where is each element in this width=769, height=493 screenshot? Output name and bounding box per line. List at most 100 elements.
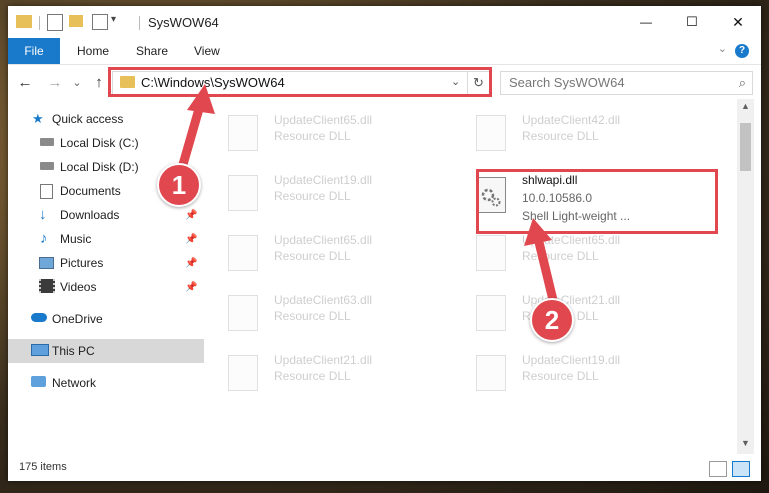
sidebar-item-videos[interactable]: Videos 📌 (8, 275, 204, 299)
sidebar-item-music[interactable]: ♪ Music 📌 (8, 227, 204, 251)
dll-file-icon (476, 235, 506, 271)
step-2-marker: 2 (530, 298, 574, 342)
vertical-scrollbar[interactable]: ▲ ▼ (737, 99, 754, 454)
dll-file-icon (228, 175, 258, 211)
file-list-pane: UpdateClient65.dll Resource DLL UpdateCl… (206, 99, 738, 454)
tab-share[interactable]: Share (136, 38, 168, 64)
sidebar-item-network[interactable]: Network (8, 371, 204, 395)
file-name: UpdateClient19.dll (522, 353, 621, 367)
title-separator (39, 16, 40, 30)
music-icon: ♪ (40, 230, 48, 247)
file-item[interactable]: UpdateClient65.dll Resource DLL (206, 225, 436, 277)
drive-icon (40, 162, 54, 170)
sidebar-item-pictures[interactable]: Pictures 📌 (8, 251, 204, 275)
tab-file[interactable]: File (8, 38, 60, 64)
pin-icon[interactable]: 📌 (185, 210, 197, 221)
search-icon: ⌕ (738, 75, 746, 90)
recent-locations-button[interactable]: ⌄ (68, 73, 86, 91)
pin-icon[interactable]: 📌 (185, 234, 197, 245)
file-type: Resource DLL (274, 189, 351, 203)
step-1-marker: 1 (157, 163, 201, 207)
forward-button[interactable]: → (46, 73, 64, 91)
pin-icon[interactable]: 📌 (185, 258, 197, 269)
sidebar-item-label: Downloads (60, 208, 120, 222)
file-name: UpdateClient21.dll (274, 353, 373, 367)
file-type: Resource DLL (274, 129, 351, 143)
item-count: 175 items (19, 461, 67, 473)
cloud-icon (31, 313, 47, 322)
file-item[interactable]: UpdateClient42.dll Resource DLL (454, 105, 684, 157)
maximize-icon: ☐ (686, 14, 698, 29)
sidebar-item-label: Network (52, 376, 97, 390)
file-highlight-box (476, 169, 718, 234)
collapse-ribbon-icon[interactable]: ⌄ (718, 42, 727, 55)
scrollbar-thumb[interactable] (740, 123, 751, 171)
dll-file-icon (228, 355, 258, 391)
sidebar-item-label: This PC (52, 344, 95, 358)
file-name: UpdateClient65.dll (274, 233, 373, 247)
tab-home[interactable]: Home (77, 38, 109, 64)
sidebar-item-label: Local Disk (D:) (60, 160, 139, 174)
help-icon[interactable]: ? (735, 44, 749, 58)
back-button[interactable]: ← (16, 73, 34, 91)
sidebar-item-onedrive[interactable]: OneDrive (8, 307, 204, 331)
up-button[interactable]: ↑ (90, 73, 108, 91)
navigation-pane: ★ Quick access Local Disk (C:) Local Dis… (8, 99, 204, 454)
properties-icon[interactable] (47, 14, 63, 31)
pin-icon[interactable]: 📌 (185, 282, 197, 293)
file-type: Resource DLL (274, 369, 351, 383)
scroll-up-icon[interactable]: ▲ (737, 101, 754, 115)
large-icons-view-icon[interactable] (732, 461, 750, 477)
tab-view[interactable]: View (194, 38, 220, 64)
sidebar-item-local-disk-c[interactable]: Local Disk (C:) (8, 131, 204, 155)
sidebar-item-label: Videos (60, 280, 97, 294)
file-name: UpdateClient42.dll (522, 113, 621, 127)
dll-file-icon (476, 115, 506, 151)
title-separator (139, 16, 140, 30)
file-item[interactable]: UpdateClient19.dll Resource DLL (454, 345, 684, 397)
download-icon: ↓ (39, 206, 47, 223)
sidebar-item-quick-access[interactable]: ★ Quick access (8, 107, 204, 131)
maximize-button[interactable]: ☐ (669, 6, 715, 38)
new-folder-icon[interactable] (69, 15, 83, 27)
file-item[interactable]: UpdateClient19.dll Resource DLL (206, 165, 436, 217)
file-explorer-window: ▾ SysWOW64 — ☐ ✕ File Home Share View ⌄ … (8, 6, 761, 481)
file-item[interactable]: UpdateClient65.dll Resource DLL (206, 105, 436, 157)
search-placeholder: Search SysWOW64 (509, 75, 625, 90)
file-item[interactable]: UpdateClient21.dll Resource DLL (206, 345, 436, 397)
file-type: Resource DLL (522, 129, 599, 143)
dll-file-icon (228, 235, 258, 271)
file-type: Resource DLL (274, 309, 351, 323)
sidebar-item-this-pc[interactable]: This PC (8, 339, 204, 363)
dll-file-icon (476, 355, 506, 391)
sidebar-item-label: Pictures (60, 256, 104, 270)
scroll-down-icon[interactable]: ▼ (737, 438, 754, 452)
videos-icon (39, 279, 55, 293)
view-menu-icon[interactable] (92, 14, 108, 30)
navigation-bar: ← → ⌄ ↑ C:\Windows\SysWOW64 ⌄ ↻ Search S… (8, 65, 761, 99)
file-name: UpdateClient65.dll (522, 233, 621, 247)
status-bar: 175 items (8, 456, 761, 481)
address-highlight-box (108, 67, 492, 97)
sidebar-item-label: Local Disk (C:) (60, 136, 139, 150)
title-bar: ▾ SysWOW64 — ☐ ✕ (8, 6, 761, 38)
customize-toolbar-icon[interactable]: ▾ (111, 14, 116, 30)
file-type: Resource DLL (522, 369, 599, 383)
dll-file-icon (228, 115, 258, 151)
pictures-icon (39, 257, 54, 269)
file-type: Resource DLL (522, 249, 599, 263)
sidebar-item-label: Documents (60, 184, 121, 198)
minimize-button[interactable]: — (623, 6, 669, 38)
close-button[interactable]: ✕ (715, 6, 761, 38)
network-icon (31, 376, 46, 387)
sidebar-item-label: Quick access (52, 112, 124, 126)
file-name: UpdateClient19.dll (274, 173, 373, 187)
file-item[interactable]: UpdateClient63.dll Resource DLL (206, 285, 436, 337)
search-input[interactable]: Search SysWOW64 ⌕ (500, 71, 753, 95)
ribbon-tabs: File Home Share View ⌄ ? (8, 38, 761, 65)
documents-icon (40, 184, 53, 199)
star-icon: ★ (32, 111, 44, 126)
window-title: SysWOW64 (148, 15, 219, 30)
details-view-icon[interactable] (709, 461, 727, 477)
drive-icon (40, 138, 54, 146)
